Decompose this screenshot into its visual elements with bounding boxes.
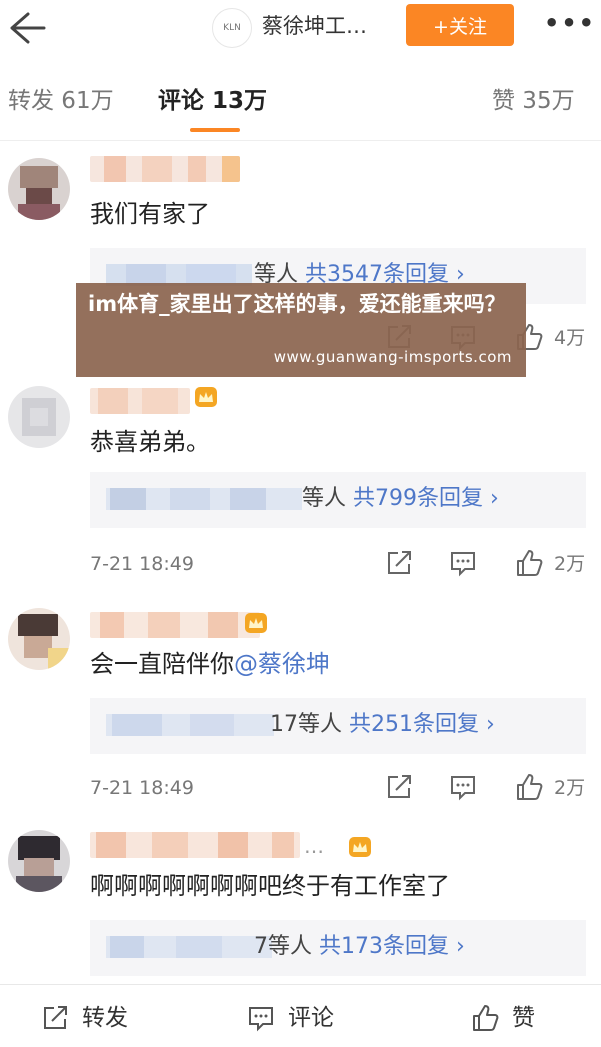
like-thumb-icon[interactable] bbox=[514, 772, 544, 802]
like-count: 2万 bbox=[554, 777, 586, 799]
follow-button[interactable]: +关注 bbox=[406, 4, 514, 46]
like-count: 4万 bbox=[554, 327, 586, 349]
avatar[interactable] bbox=[8, 158, 70, 220]
comment-button[interactable]: 评论 bbox=[246, 1003, 356, 1033]
mention-link[interactable]: @蔡徐坤 bbox=[234, 650, 330, 678]
repost-button[interactable]: 转发 bbox=[40, 1003, 150, 1033]
reply-preview[interactable]: 7等人 共173条回复 › bbox=[90, 920, 586, 976]
repost-icon[interactable] bbox=[384, 772, 414, 802]
comment-icon[interactable] bbox=[448, 772, 478, 802]
reply-preview[interactable]: 17等人 共251条回复 › bbox=[90, 698, 586, 754]
top-bar: KLN 蔡徐坤工… +关注 ••• bbox=[0, 0, 601, 56]
comment-time: 7-21 18:49 bbox=[90, 553, 194, 575]
comment-text: 我们有家了 bbox=[90, 200, 210, 228]
reply-count-link[interactable]: 共251条回复 › bbox=[349, 712, 495, 737]
comment-label: 评论 bbox=[288, 1005, 334, 1031]
comment-item: 会一直陪伴你@蔡徐坤 17等人 共251条回复 › 7-21 18:49 2万 bbox=[0, 592, 601, 816]
blurred-username[interactable] bbox=[90, 612, 260, 638]
tab-repost[interactable]: 转发 61万 bbox=[8, 86, 114, 116]
reply-summary[interactable]: 17等人 共251条回复 › bbox=[270, 710, 495, 740]
repost-label: 转发 bbox=[82, 1005, 128, 1031]
repost-icon bbox=[44, 1006, 67, 1029]
reply-summary[interactable]: 7等人 共173条回复 › bbox=[254, 932, 465, 962]
avatar[interactable] bbox=[8, 608, 70, 670]
comment-actions: 7-21 18:49 2万 bbox=[90, 546, 586, 582]
account-avatar[interactable]: KLN bbox=[212, 8, 252, 48]
like-thumb-icon[interactable] bbox=[514, 548, 544, 578]
comment-item: 恭喜弟弟。 等人 共799条回复 › 7-21 18:49 2万 bbox=[0, 372, 601, 592]
active-tab-indicator bbox=[190, 128, 240, 132]
username-ellipsis: … bbox=[304, 834, 324, 858]
reply-preview[interactable]: 等人 共799条回复 › bbox=[90, 472, 586, 528]
account-name[interactable]: 蔡徐坤工… bbox=[262, 10, 367, 42]
comment-text: 恭喜弟弟。 bbox=[90, 428, 210, 456]
blurred-reply-names bbox=[106, 936, 272, 958]
like-count: 2万 bbox=[554, 553, 586, 575]
reply-summary[interactable]: 等人 共799条回复 › bbox=[302, 484, 499, 514]
like-label: 赞 bbox=[512, 1005, 535, 1031]
crown-icon bbox=[349, 837, 371, 857]
tab-comments[interactable]: 评论 13万 bbox=[158, 86, 267, 116]
comment-icon[interactable] bbox=[448, 548, 478, 578]
avatar[interactable] bbox=[8, 830, 70, 892]
like-thumb-icon bbox=[473, 1005, 499, 1031]
more-dots-icon[interactable]: ••• bbox=[544, 8, 596, 38]
comment-actions: 7-21 18:49 2万 bbox=[90, 770, 586, 806]
comment-item: … 啊啊啊啊啊啊啊吧终于有工作室了 7等人 共173条回复 › bbox=[0, 816, 601, 984]
blurred-reply-names bbox=[106, 714, 274, 736]
blurred-username[interactable] bbox=[90, 388, 190, 414]
repost-icon[interactable] bbox=[384, 548, 414, 578]
comment-text: 啊啊啊啊啊啊啊吧终于有工作室了 bbox=[90, 872, 450, 900]
like-button[interactable]: 赞 bbox=[470, 1003, 560, 1033]
bottom-action-bar: 转发 评论 赞 bbox=[0, 984, 601, 1047]
crown-icon bbox=[245, 613, 267, 633]
crown-icon bbox=[195, 387, 217, 407]
comment-time: 7-21 18:49 bbox=[90, 777, 194, 799]
blurred-username[interactable] bbox=[90, 156, 240, 182]
tab-bar: 转发 61万 评论 13万 赞 35万 bbox=[0, 62, 601, 141]
back-arrow-icon[interactable] bbox=[6, 10, 46, 46]
overlay-title: im体育_家里出了这样的事，爱还能重来吗？ bbox=[88, 292, 506, 316]
overlay-url: www.guanwang-imsports.com bbox=[273, 348, 512, 366]
blurred-username[interactable] bbox=[90, 832, 300, 858]
comment-icon bbox=[249, 1007, 273, 1032]
reply-count-link[interactable]: 共799条回复 › bbox=[353, 486, 499, 511]
avatar[interactable] bbox=[8, 386, 70, 448]
reply-count-link[interactable]: 共173条回复 › bbox=[319, 934, 465, 959]
tab-likes[interactable]: 赞 35万 bbox=[492, 86, 575, 116]
blurred-reply-names bbox=[106, 488, 302, 510]
comment-text: 会一直陪伴你@蔡徐坤 bbox=[90, 650, 330, 678]
overlay-banner: im体育_家里出了这样的事，爱还能重来吗？ www.guanwang-imspo… bbox=[76, 283, 526, 377]
